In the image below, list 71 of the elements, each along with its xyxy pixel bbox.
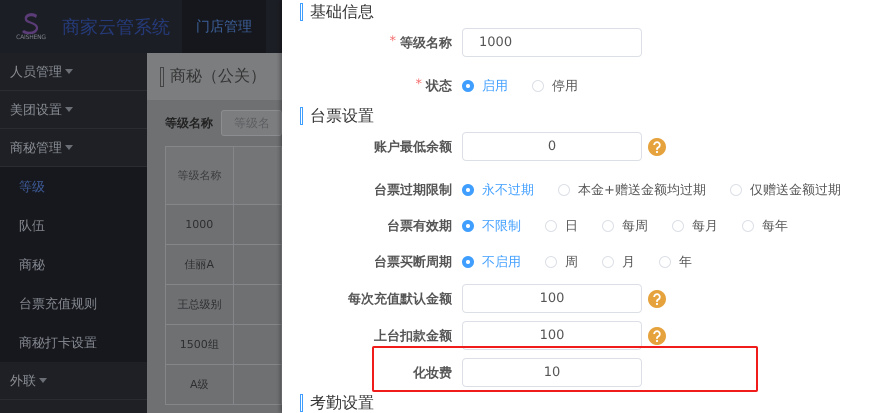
- group-label: 美团设置: [10, 102, 62, 118]
- radio-option[interactable]: 周: [545, 253, 578, 271]
- caret-icon: [65, 145, 73, 150]
- option-label: 停用: [552, 78, 578, 95]
- radio-option[interactable]: 每年: [742, 217, 788, 235]
- table-cell: 1500组: [166, 324, 234, 364]
- field-label: 账户最低余额: [374, 138, 452, 156]
- input-field[interactable]: 0: [462, 132, 642, 161]
- sidebar-item[interactable]: 台票充值规则: [0, 284, 147, 323]
- option-label: 本金+赠送金额均过期: [578, 182, 706, 199]
- field-label: 化妆费: [413, 364, 452, 382]
- table-cell: 1000: [166, 204, 234, 244]
- input-field[interactable]: 100: [462, 321, 642, 350]
- option-label: 不启用: [482, 254, 521, 271]
- radio-button[interactable]: [462, 80, 474, 92]
- field-label: 等级名称: [400, 34, 452, 52]
- help-icon[interactable]: [648, 326, 666, 344]
- radio-button[interactable]: [462, 184, 474, 196]
- radio-button[interactable]: [462, 256, 474, 268]
- option-label: 每周: [622, 218, 648, 235]
- field-label: 状态: [426, 78, 452, 95]
- section-title: 基础信息: [310, 2, 374, 22]
- option-label: 月: [622, 254, 635, 271]
- help-icon[interactable]: [648, 138, 666, 156]
- required-mark: *: [390, 34, 396, 50]
- help-icon[interactable]: [648, 290, 666, 308]
- filter-label: 等级名称: [165, 114, 213, 132]
- option-label: 启用: [482, 78, 508, 95]
- field-label: 每次充值默认金额: [348, 290, 452, 308]
- input-field[interactable]: 10: [462, 358, 642, 387]
- sidebar-item[interactable]: 商秘: [0, 245, 147, 284]
- page-title: 商秘（公关）: [170, 66, 266, 87]
- field-label: 台票有效期: [387, 218, 452, 235]
- radio-option[interactable]: 日: [545, 217, 578, 235]
- field-label: 台票买断周期: [374, 254, 452, 271]
- radio-option[interactable]: 年: [659, 253, 692, 271]
- field-label: 上台扣款金额: [374, 328, 452, 344]
- column-header: 等级名称: [166, 146, 234, 204]
- group-label: 商秘管理: [10, 140, 62, 156]
- option-label: 仅赠送金额过期: [750, 182, 841, 199]
- input-field[interactable]: 100: [462, 284, 642, 313]
- group-label: 外联: [10, 372, 36, 390]
- group-label: 人员管理: [10, 64, 62, 80]
- table-cell: 佳丽A: [166, 244, 234, 284]
- radio-option[interactable]: 停用: [532, 77, 578, 95]
- table-cell: 王总级别: [166, 284, 234, 324]
- radio-button[interactable]: [462, 220, 474, 232]
- required-mark: *: [416, 77, 422, 94]
- radio-option[interactable]: 本金+赠送金额均过期: [558, 181, 706, 199]
- table-cell: A级: [166, 364, 234, 404]
- sidebar-item[interactable]: 商秘打卡设置: [0, 323, 147, 362]
- radio-option[interactable]: 每月: [672, 217, 718, 235]
- radio-option[interactable]: 每周: [602, 217, 648, 235]
- app-title: 商家云管系统: [62, 16, 170, 38]
- caret-icon: [65, 107, 73, 112]
- sidebar-item[interactable]: 队伍: [0, 206, 147, 245]
- section-title: 考勤设置: [310, 392, 374, 413]
- input-field[interactable]: 1000: [462, 28, 642, 57]
- option-label: 周: [565, 254, 578, 271]
- section-title: 台票设置: [310, 106, 374, 126]
- option-label: 每年: [762, 218, 788, 235]
- option-label: 每月: [692, 218, 718, 235]
- field-label: 台票过期限制: [374, 182, 452, 199]
- option-label: 不限制: [482, 218, 521, 235]
- radio-option[interactable]: 月: [602, 253, 635, 271]
- caret-icon: [65, 69, 73, 74]
- option-label: 年: [679, 254, 692, 271]
- option-label: 永不过期: [482, 182, 534, 199]
- caret-icon: [39, 378, 47, 383]
- radio-option[interactable]: 仅赠送金额过期: [730, 181, 841, 199]
- option-label: 日: [565, 218, 578, 235]
